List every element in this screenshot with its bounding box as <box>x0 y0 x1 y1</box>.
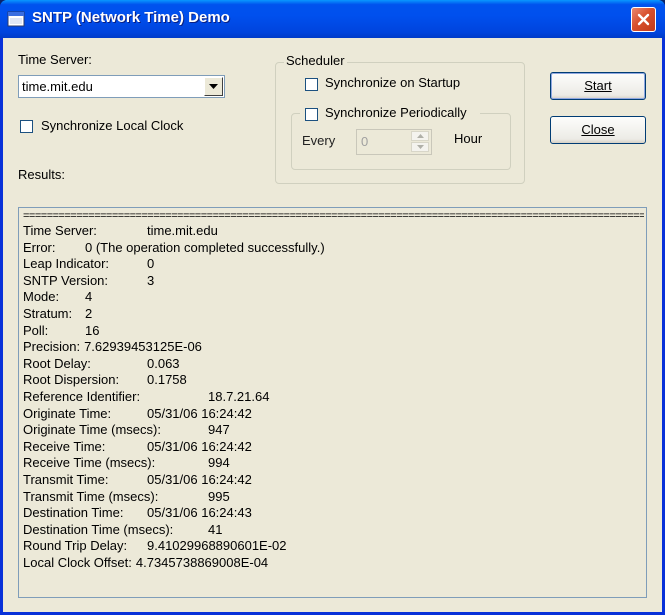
result-value: 16 <box>85 322 100 338</box>
result-key: Round Trip Delay: <box>23 538 128 554</box>
result-key: Error: <box>23 239 56 255</box>
result-value: 9.41029968890601E-02 <box>147 538 287 554</box>
result-value: time.mit.edu <box>147 223 218 238</box>
sync-on-startup-label: Synchronize on Startup <box>325 75 461 90</box>
dropdown-button[interactable] <box>204 77 223 96</box>
time-server-value: time.mit.edu <box>22 79 93 94</box>
result-key: Local Clock Offset: <box>23 555 132 570</box>
result-key: Originate Time: <box>23 405 112 421</box>
result-key: Destination Time: <box>23 505 124 521</box>
result-value: 0 <box>147 256 155 272</box>
every-value: 0 <box>361 134 369 149</box>
result-value: 3 <box>147 272 155 288</box>
result-key: Transmit Time: <box>23 472 109 487</box>
scheduler-title: Scheduler <box>284 53 347 68</box>
results-label: Results: <box>18 167 65 182</box>
hour-label: Hour <box>454 131 483 146</box>
sync-local-clock-label: Synchronize Local Clock <box>41 118 184 133</box>
result-key: Receive Time (msecs): <box>23 455 156 471</box>
sync-on-startup-checkbox[interactable] <box>305 78 318 91</box>
sntp-demo-window: SNTP (Network Time) Demo Time Server: ti… <box>0 0 665 615</box>
time-server-combo[interactable]: time.mit.edu <box>18 75 225 98</box>
sync-periodically-label: Synchronize Periodically <box>325 105 467 120</box>
result-value: 05/31/06 16:24:43 <box>147 505 252 521</box>
result-value: 0 (The operation completed successfully.… <box>85 239 325 255</box>
result-key: Mode: <box>23 289 60 305</box>
result-value: 4 <box>85 289 93 305</box>
time-server-label: Time Server: <box>18 52 92 67</box>
result-key: Originate Time (msecs): <box>23 422 161 438</box>
result-key: Reference Identifier: <box>23 389 141 404</box>
result-value: 2 <box>85 306 93 321</box>
close-button[interactable]: Close <box>550 116 646 144</box>
result-key: Transmit Time (msecs): <box>23 488 159 504</box>
start-button-label: Start <box>584 78 612 93</box>
result-key: SNTP Version: <box>23 272 109 288</box>
result-value: 947 <box>208 422 230 438</box>
close-window-button[interactable] <box>631 7 656 32</box>
close-icon <box>637 13 650 26</box>
result-value: 994 <box>208 455 230 471</box>
window-title: SNTP (Network Time) Demo <box>32 9 230 26</box>
result-key: Destination Time (msecs): <box>23 521 174 537</box>
chevron-down-icon <box>209 83 218 89</box>
every-spinner[interactable]: 0 <box>356 129 432 155</box>
result-value: 4.7345738869008E-04 <box>135 555 269 570</box>
result-value: 18.7.21.64 <box>208 389 270 404</box>
start-button[interactable]: Start <box>550 72 646 100</box>
result-key: Poll: <box>23 322 49 338</box>
result-key: Stratum: <box>23 306 73 321</box>
close-button-label: Close <box>581 122 615 137</box>
result-value: 05/31/06 16:24:42 <box>147 405 252 421</box>
result-value: 05/31/06 16:24:42 <box>147 472 252 487</box>
result-key: Leap Indicator: <box>23 256 110 272</box>
sync-periodically-checkbox[interactable] <box>305 108 318 121</box>
chevron-up-icon <box>416 134 424 138</box>
results-textbox[interactable]: ========================================… <box>18 207 647 598</box>
result-key: Root Dispersion: <box>23 372 120 388</box>
title-bar[interactable]: SNTP (Network Time) Demo <box>0 0 665 38</box>
result-key: Receive Time: <box>23 438 106 454</box>
spin-up-button[interactable] <box>411 131 429 141</box>
result-value: 41 <box>208 521 223 537</box>
result-value: 0.1758 <box>147 372 187 388</box>
every-label: Every <box>302 133 336 148</box>
result-key: Precision: <box>23 339 81 355</box>
app-icon <box>7 11 25 27</box>
spin-down-button[interactable] <box>411 142 429 152</box>
sync-local-clock-checkbox[interactable] <box>20 120 33 133</box>
result-key: Time Server: <box>23 223 97 238</box>
result-value: 05/31/06 16:24:42 <box>147 438 252 454</box>
result-key: Root Delay: <box>23 355 91 371</box>
result-value: 7.62939453125E-06 <box>84 339 202 355</box>
result-value: 995 <box>208 488 230 504</box>
results-separator: ========================================… <box>23 212 644 220</box>
chevron-down-icon <box>416 145 424 149</box>
result-value: 0.063 <box>147 355 180 371</box>
